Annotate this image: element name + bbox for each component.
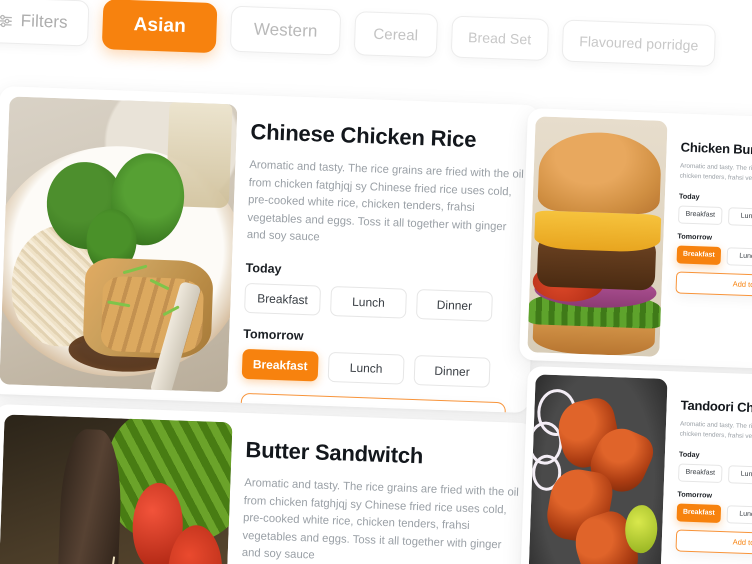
meal-option-dinner-tomorrow[interactable]: Dinner: [413, 354, 491, 388]
dish-description: Aromatic and tasty. The rice grains are …: [241, 476, 519, 562]
meal-option-lunch-tomorrow[interactable]: Lunch: [726, 246, 752, 267]
dish-title: Chinese Chicken Rice: [250, 118, 477, 153]
add-to-cart-button[interactable]: Add to cart: [239, 392, 507, 414]
dish-card-chicken-burger[interactable]: Chicken Burger Aromatic and tasty. The r…: [518, 108, 752, 380]
category-filter-bar: Filters Asian Western Cereal Bread Set F…: [0, 0, 752, 84]
category-chip-label: Western: [253, 19, 318, 41]
dish-info: Butter Sandwitch Aromatic and tasty. The…: [236, 423, 524, 564]
dish-info: Chinese Chicken Rice Aromatic and tasty.…: [239, 105, 529, 414]
dish-image-chinese-chicken-rice: [0, 96, 238, 393]
category-chip-label: Flavoured porridge: [578, 33, 699, 54]
category-chip-asian[interactable]: Asian: [101, 0, 218, 54]
dish-image-butter-sandwitch: [0, 414, 233, 564]
tomorrow-meal-options: Breakfast Lunch Dinner: [241, 348, 521, 388]
dish-card-tandoori-chicken[interactable]: Tandoori Chicken Aromatic and tasty. The…: [518, 366, 752, 564]
dish-card-chinese-chicken-rice[interactable]: Chinese Chicken Rice Aromatic and tasty.…: [0, 86, 540, 414]
meal-option-lunch-today[interactable]: Lunch: [727, 464, 752, 485]
category-chip-cereal[interactable]: Cereal: [353, 11, 438, 59]
filters-chip-label: Filters: [20, 11, 69, 32]
meal-option-lunch-tomorrow[interactable]: Lunch: [726, 504, 752, 525]
category-chip-flavoured-porridge[interactable]: Flavoured porridge: [561, 19, 717, 67]
category-chip-bread-set[interactable]: Bread Set: [450, 15, 550, 61]
add-to-cart-button[interactable]: Add to cart: [675, 528, 752, 557]
filter-icon: [0, 14, 13, 28]
meal-option-breakfast-today[interactable]: Breakfast: [677, 204, 723, 225]
add-to-cart-button[interactable]: Add to cart: [675, 270, 752, 299]
app-root: Filters Asian Western Cereal Bread Set F…: [0, 0, 752, 564]
dish-info: Chicken Burger Aromatic and tasty. The r…: [673, 122, 752, 371]
meal-option-breakfast-tomorrow[interactable]: Breakfast: [241, 348, 319, 382]
meal-option-dinner-today[interactable]: Dinner: [415, 288, 493, 322]
dish-description: Aromatic and tasty. The rice grains are …: [246, 158, 524, 244]
dish-title: Butter Sandwitch: [245, 436, 424, 469]
category-chip-label: Asian: [133, 14, 187, 38]
meal-option-lunch-today[interactable]: Lunch: [727, 206, 752, 227]
today-meal-options: Breakfast Lunch Dinner: [244, 282, 523, 322]
dish-image-tandoori-chicken: [527, 374, 668, 564]
category-chip-label: Cereal: [373, 25, 419, 44]
meal-option-breakfast-tomorrow[interactable]: Breakfast: [676, 244, 722, 265]
meal-option-breakfast-today[interactable]: Breakfast: [244, 282, 322, 316]
meal-option-lunch-today[interactable]: Lunch: [330, 285, 408, 319]
dish-info: Tandoori Chicken Aromatic and tasty. The…: [673, 380, 752, 564]
category-chip-western[interactable]: Western: [229, 5, 342, 56]
category-chip-label: Bread Set: [467, 29, 532, 48]
dish-image-chicken-burger: [527, 116, 668, 357]
dish-card-butter-sandwitch[interactable]: Butter Sandwitch Aromatic and tasty. The…: [0, 404, 535, 564]
tomorrow-label: Tomorrow: [243, 326, 304, 343]
meal-option-breakfast-tomorrow[interactable]: Breakfast: [676, 502, 722, 523]
filters-chip[interactable]: Filters: [0, 0, 90, 47]
meal-option-lunch-tomorrow[interactable]: Lunch: [327, 351, 405, 385]
meal-option-breakfast-today[interactable]: Breakfast: [677, 462, 723, 483]
today-label: Today: [245, 260, 282, 276]
